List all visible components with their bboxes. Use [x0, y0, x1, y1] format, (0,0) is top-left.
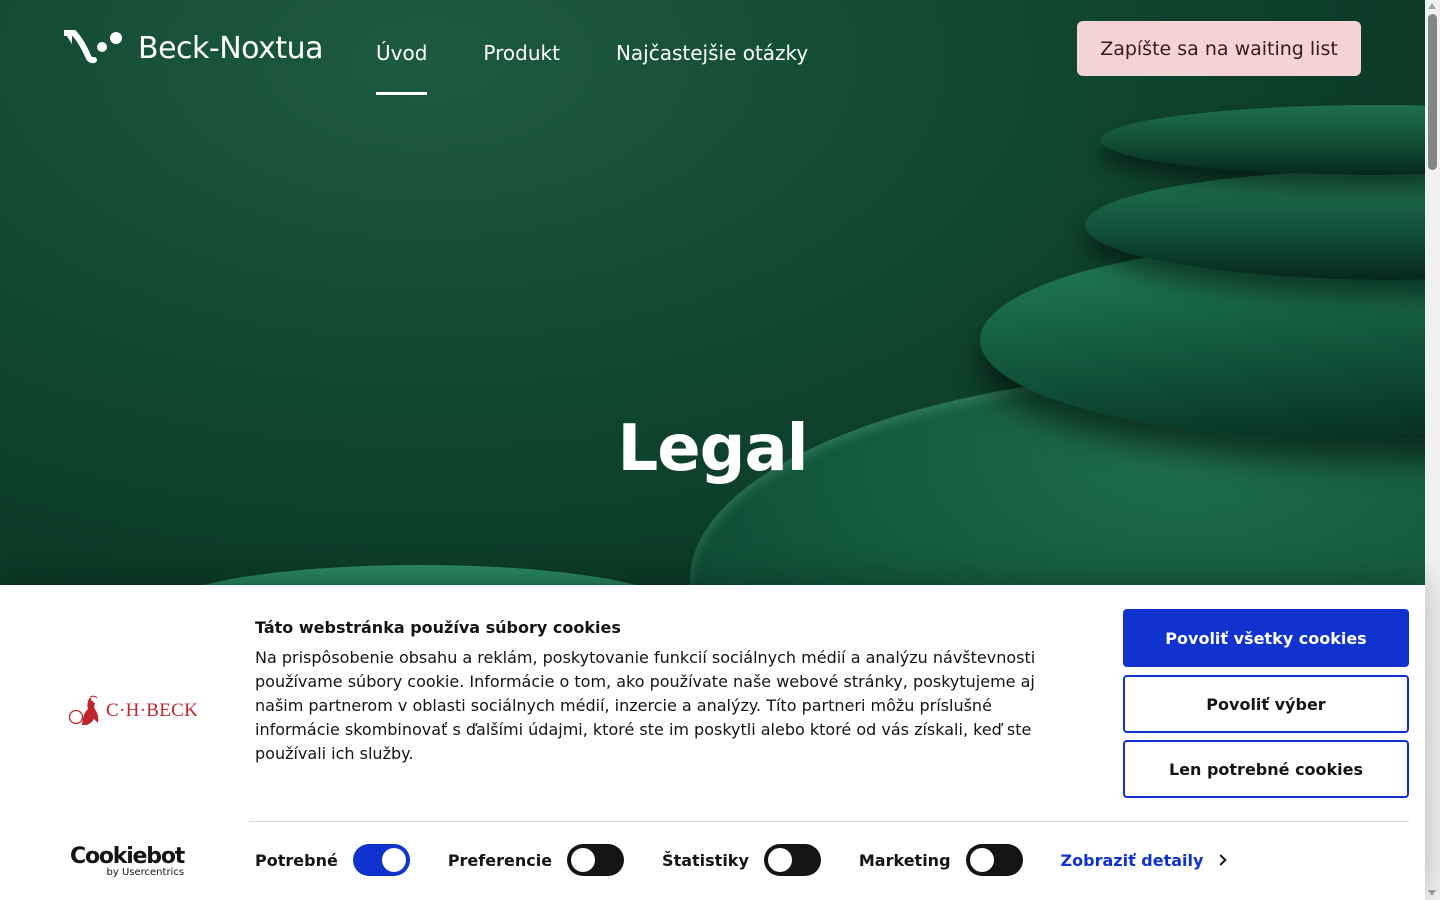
cookie-description: Na prispôsobenie obsahu a reklám, poskyt… — [255, 648, 1036, 763]
page-scrollbar[interactable] — [1425, 0, 1440, 900]
toggle-necessary[interactable] — [352, 844, 410, 876]
nav-link-faq[interactable]: Najčastejšie otázky — [616, 41, 808, 95]
toggle-group-necessary: Potrebné — [255, 844, 410, 876]
cookie-divider — [249, 821, 1409, 822]
scroll-down-arrow-icon[interactable] — [1428, 890, 1436, 896]
toggle-group-statistics: Štatistiky — [662, 844, 821, 876]
hero-decor-disc — [1100, 105, 1425, 175]
toggle-statistics[interactable] — [763, 844, 821, 876]
scroll-up-arrow-icon[interactable] — [1428, 3, 1436, 9]
allow-selection-button[interactable]: Povoliť výber — [1123, 675, 1409, 733]
chbeck-logo: C·H·BECK — [68, 693, 198, 729]
show-details-link[interactable]: Zobraziť detaily — [1060, 850, 1228, 870]
cookiebot-name: Cookiebot — [70, 844, 185, 869]
toggle-knob — [767, 848, 792, 872]
toggle-group-marketing: Marketing — [859, 844, 1023, 876]
toggle-label-marketing: Marketing — [858, 850, 951, 870]
cookie-category-toggles: Potrebné Preferencie Štatistiky Marketin… — [255, 844, 1228, 876]
chbeck-griffin-icon — [68, 695, 99, 725]
toggle-knob — [969, 848, 994, 872]
waitlist-button[interactable]: Zapíšte sa na waiting list — [1077, 21, 1361, 76]
hero-title: Legal — [617, 412, 808, 486]
brand-mark-icon — [64, 30, 122, 64]
toggle-group-preferences: Preferencie — [447, 844, 625, 876]
toggle-label-preferences: Preferencie — [447, 850, 553, 870]
cookie-consent-banner: C·H·BECK Táto webstránka používa súbory … — [0, 585, 1425, 900]
toggle-knob — [381, 848, 406, 872]
brand-name: Beck-Noxtua — [138, 30, 324, 66]
main-nav: Úvod Produkt Najčastejšie otázky — [376, 41, 808, 95]
show-details-label: Zobraziť detaily — [1060, 850, 1204, 870]
chbeck-wordmark: C·H·BECK — [106, 700, 199, 721]
necessary-only-button[interactable]: Len potrebné cookies — [1123, 740, 1409, 798]
toggle-marketing[interactable] — [965, 844, 1023, 876]
brand-logo[interactable]: Beck-Noxtua — [64, 30, 324, 66]
cookie-title: Táto webstránka používa súbory cookies — [255, 618, 621, 637]
toggle-preferences[interactable] — [567, 844, 625, 876]
chevron-right-icon — [1215, 854, 1228, 866]
cookiebot-logo[interactable]: Cookiebot by Usercentrics — [70, 844, 185, 879]
toggle-label-necessary: Potrebné — [255, 850, 338, 870]
scrollbar-thumb[interactable] — [1428, 14, 1437, 170]
allow-all-cookies-button[interactable]: Povoliť všetky cookies — [1123, 609, 1409, 667]
top-navigation: Beck-Noxtua Úvod Produkt Najčastejšie ot… — [0, 0, 1425, 100]
toggle-knob — [571, 848, 596, 872]
nav-link-produkt[interactable]: Produkt — [483, 41, 560, 95]
toggle-label-statistics: Štatistiky — [662, 850, 749, 870]
nav-link-uvod[interactable]: Úvod — [376, 41, 428, 95]
hero-section: Beck-Noxtua Úvod Produkt Najčastejšie ot… — [0, 0, 1425, 600]
